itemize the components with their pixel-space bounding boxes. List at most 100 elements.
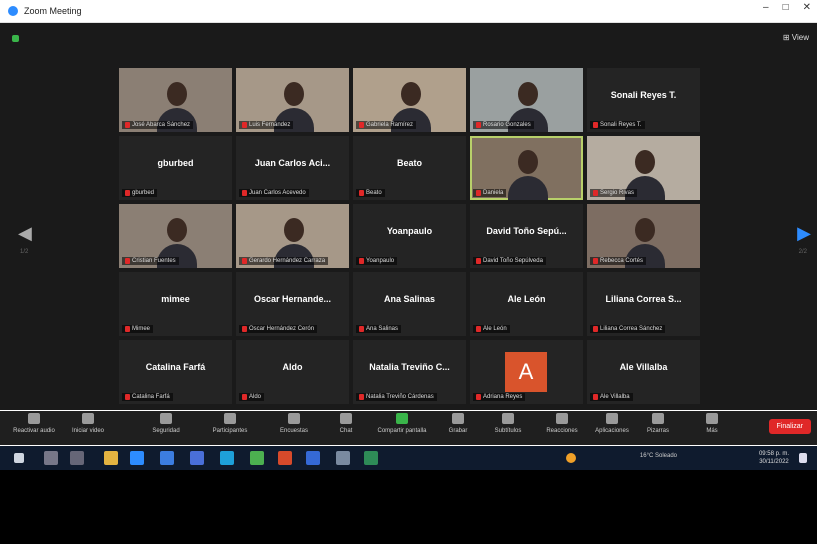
app-icon-2[interactable] [336,451,350,465]
previous-page-icon[interactable]: ◀ [18,223,32,244]
taskview-icon[interactable] [70,451,84,465]
toolbar-button[interactable]: Compartir pantalla [376,413,428,434]
teams-icon[interactable] [306,451,320,465]
participant-display-name: Juan Carlos Aci... [254,158,331,168]
participant-display-name: Ana Salinas [383,294,436,304]
participant-tile[interactable]: Ale León Ale León [470,272,583,336]
participant-tile[interactable]: Rebecca Cortés [587,204,700,268]
toolbar-button[interactable]: Encuestas [268,413,320,434]
participant-tile[interactable]: Liliana Correa S... Liliana Correa Sánche… [587,272,700,336]
toolbar-button[interactable]: Más [686,413,738,434]
participant-tile[interactable]: Sonali Reyes T. Sonali Reyes T. [587,68,700,132]
participant-label-text: Sergio Rivas [600,190,635,196]
toolbar-button[interactable]: Reacciones [536,413,588,434]
search-icon[interactable] [44,451,58,465]
participant-tile[interactable]: Ana Salinas Ana Salinas [353,272,466,336]
participant-tile[interactable]: Natalia Treviño C... Natalia Treviño Cárd… [353,340,466,404]
muted-mic-icon [476,190,481,196]
toolbar-button[interactable]: Reactivar audio [8,413,60,434]
view-button[interactable]: ⊞ View [783,33,809,42]
app-icon[interactable] [220,451,234,465]
excel-icon[interactable] [364,451,378,465]
taskbar-clock[interactable]: 09:58 p. m. 30/11/2022 [759,450,789,466]
participant-tile[interactable]: Luis Fernández [236,68,349,132]
zoom-app-icon[interactable] [160,451,174,465]
participant-tile[interactable]: Aldo Aldo [236,340,349,404]
participant-tile[interactable]: Ale Villalba Ale Villalba [587,340,700,404]
participant-display-name: Beato [396,158,422,168]
start-icon[interactable] [14,453,24,463]
toolbar-button[interactable]: Chat [320,413,372,434]
toolbar-button[interactable]: Grabar [432,413,484,434]
participant-label-text: Catalina Farfá [132,394,170,400]
participant-tile[interactable]: David Toño Sepú... David Toño Sepúlveda [470,204,583,268]
window-title: Zoom Meeting [24,6,82,16]
camera-icon [82,413,94,424]
minimize-button[interactable]: – [763,2,769,13]
toolbar-button[interactable]: Subtítulos [482,413,534,434]
participant-tile[interactable]: Rosario Gonzales [470,68,583,132]
participant-name-label: Catalina Farfá [122,393,173,401]
toolbar-button-label: Compartir pantalla [377,428,427,434]
clock-date: 30/11/2022 [759,459,789,465]
avatar: A [505,352,547,392]
participant-tile[interactable]: Oscar Hernande... Oscar Hernández Cerón [236,272,349,336]
toolbar-button[interactable]: Participantes [204,413,256,434]
toolbar-button-label: Más [706,428,718,434]
toolbar-button[interactable]: Seguridad [140,413,192,434]
participant-name-label: Oscar Hernández Cerón [239,325,318,333]
mic-icon [28,413,40,424]
participant-tile[interactable]: Daniela [470,136,583,200]
participant-tile[interactable]: mimee Mimee [119,272,232,336]
weather-icon[interactable] [566,453,576,463]
participant-name-label: Juan Carlos Acevedo [239,189,309,197]
toolbar-button-label: Encuestas [279,428,309,434]
record-icon [452,413,464,424]
chrome-icon[interactable] [250,451,264,465]
participant-name-label: Mimee [122,325,154,333]
powerpoint-icon[interactable] [278,451,292,465]
participant-tile[interactable]: Sergio Rivas [587,136,700,200]
participant-tile[interactable]: Beato Beato [353,136,466,200]
meeting-area: ⊞ View ◀ 1/2 ▶ 2/2 José Abarca Sánchez Lu… [0,23,817,410]
participant-tile[interactable]: Yoanpaulo Yoanpaulo [353,204,466,268]
participant-label-text: Ale Villalba [600,394,630,400]
participant-tile[interactable]: gburbed gburbed [119,136,232,200]
participant-name-label: José Abarca Sánchez [122,121,194,129]
muted-mic-icon [359,394,364,400]
whiteboard-icon [652,413,664,424]
close-button[interactable]: ✕ [803,2,811,13]
participant-display-name: Yoanpaulo [386,226,433,236]
toolbar-button[interactable]: Pizarras [632,413,684,434]
next-page-icon[interactable]: ▶ [797,223,811,244]
reaction-icon [556,413,568,424]
muted-mic-icon [359,190,364,196]
edge-icon[interactable] [130,451,144,465]
shield-icon [160,413,172,424]
toolbar-button-label: Chat [339,428,353,434]
explorer-icon[interactable] [104,451,118,465]
toolbar-button[interactable]: Iniciar video [62,413,114,434]
muted-mic-icon [242,190,247,196]
notification-icon[interactable] [799,453,807,463]
participant-tile[interactable]: Juan Carlos Aci... Juan Carlos Acevedo [236,136,349,200]
clock-time: 09:58 p. m. [758,451,789,457]
participant-tile[interactable]: A Adriana Reyes [470,340,583,404]
end-meeting-button[interactable]: Finalizar [768,419,811,434]
participant-label-text: Yoanpaulo [366,258,395,264]
toolbar-button-label: Seguridad [152,428,180,434]
maximize-button[interactable]: □ [783,2,789,13]
participant-tile[interactable]: Catalina Farfá Catalina Farfá [119,340,232,404]
participant-tile[interactable]: Gabriela Ramírez [353,68,466,132]
word-icon[interactable] [190,451,204,465]
toolbar-button[interactable]: Aplicaciones [586,413,638,434]
participant-label-text: Luis Fernández [249,122,291,128]
encryption-shield-icon[interactable] [12,35,19,42]
participant-tile[interactable]: Cristian Fuentes [119,204,232,268]
participant-display-name: mimee [161,294,190,304]
participant-name-label: Sonali Reyes T. [590,121,645,129]
participant-display-name: Aldo [282,362,303,372]
black-margin [0,470,817,544]
participant-tile[interactable]: Gerardo Hernández Carraza [236,204,349,268]
participant-tile[interactable]: José Abarca Sánchez [119,68,232,132]
